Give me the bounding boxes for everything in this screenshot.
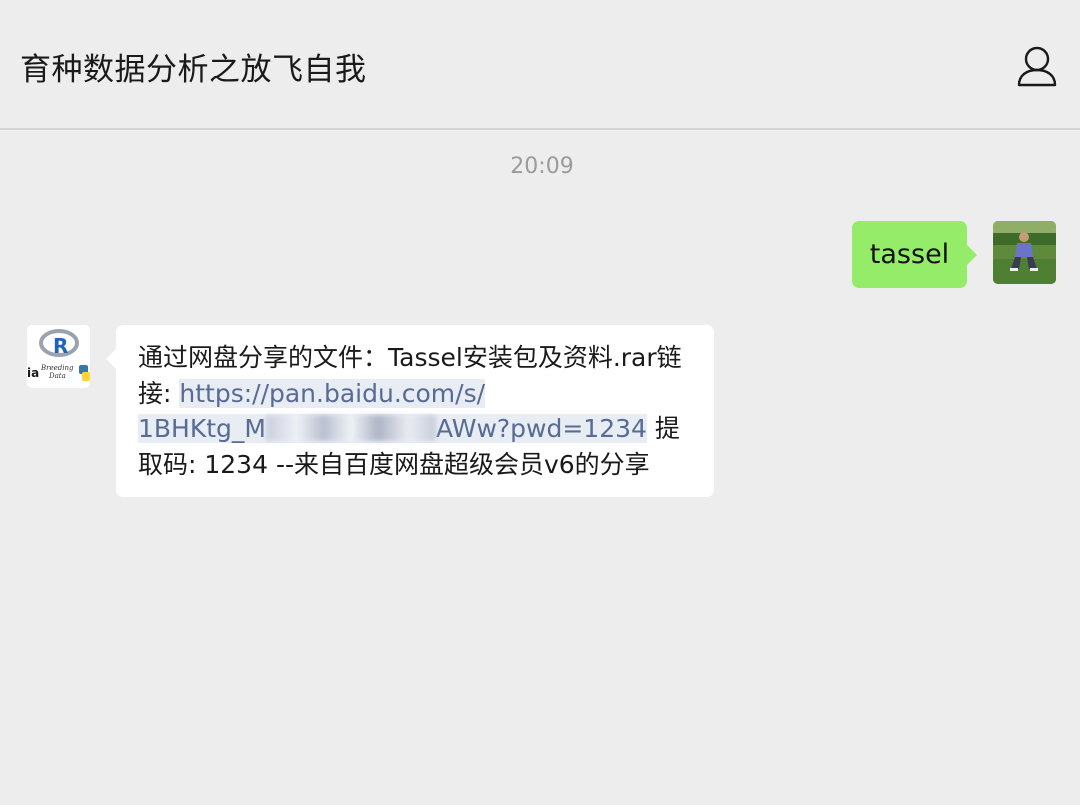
contact-avatar[interactable]: R ia Breeding Data <box>27 325 90 388</box>
person-icon <box>1017 46 1057 87</box>
share-link-part1[interactable]: https://pan.baidu.com/s/ <box>179 378 486 408</box>
message-text-prefix: 接: <box>138 378 180 408</box>
message-line-4: 取码: 1234 --来自百度网盘超级会员v6的分享 <box>138 449 650 479</box>
svg-text:Breeding: Breeding <box>40 364 74 372</box>
redacted-link-segment <box>266 415 436 441</box>
chat-header: 育种数据分析之放飞自我 <box>0 0 1080 130</box>
profile-button[interactable] <box>1012 44 1062 90</box>
incoming-message-bubble[interactable]: 通过网盘分享的文件：Tassel安装包及资料.rar链 接: https://p… <box>106 325 714 497</box>
breeding-data-logo-icon: R ia Breeding Data <box>27 325 90 388</box>
outgoing-message-bubble[interactable]: tassel <box>852 221 977 288</box>
message-text-suffix: 提 <box>646 414 680 443</box>
message-line-3: 1BHKtg_M AWw?pwd=1234 提 <box>138 411 696 447</box>
share-link-part2[interactable]: 1BHKtg_M AWw?pwd=1234 <box>138 414 647 443</box>
svg-text:Data: Data <box>48 372 66 380</box>
svg-text:ia: ia <box>27 366 39 380</box>
my-avatar[interactable] <box>993 221 1056 284</box>
svg-text:R: R <box>53 334 68 358</box>
share-link-end: AWw?pwd=1234 <box>436 414 647 443</box>
outgoing-message-text: tassel <box>869 239 950 270</box>
share-link-start: 1BHKtg_M <box>138 414 266 443</box>
message-timestamp: 20:09 <box>510 154 574 179</box>
chat-title: 育种数据分析之放飞自我 <box>20 52 367 88</box>
message-line-1: 通过网盘分享的文件：Tassel安装包及资料.rar链 <box>138 343 682 372</box>
message-line-2: 接: https://pan.baidu.com/s/ <box>138 376 696 412</box>
user-photo-icon <box>993 221 1056 284</box>
